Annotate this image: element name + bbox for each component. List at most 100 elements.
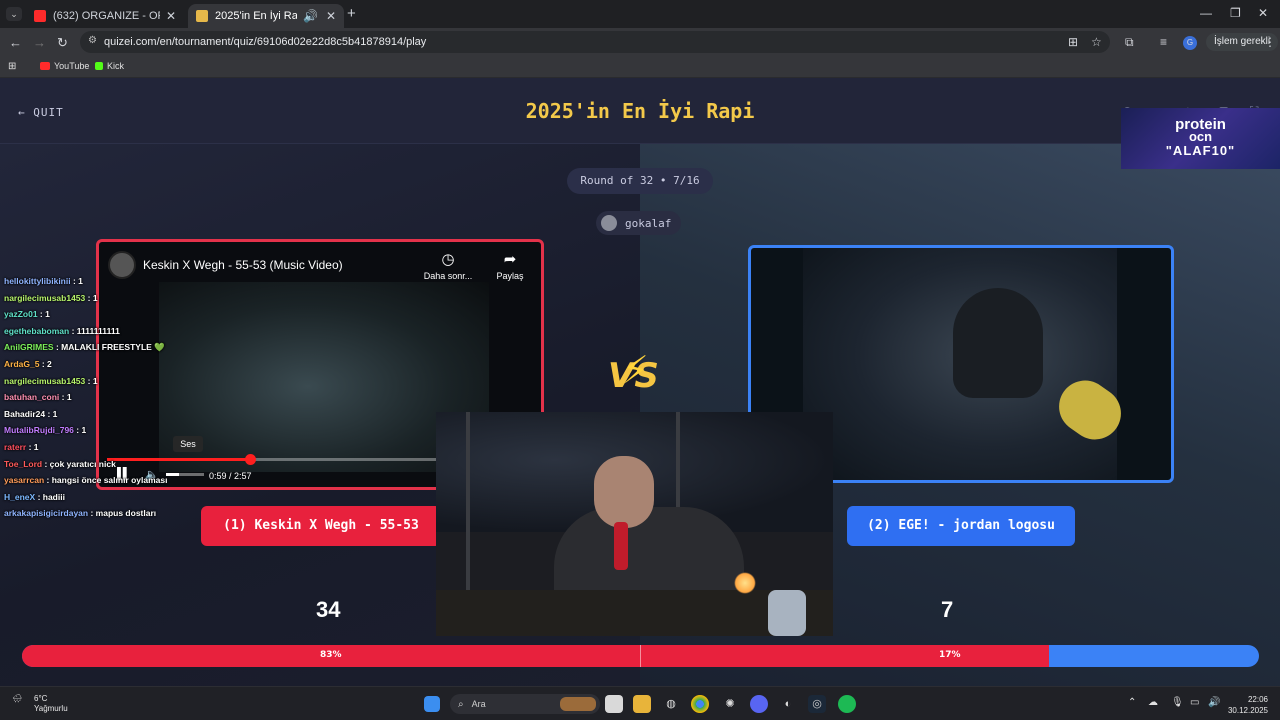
mic-icon[interactable]: 🎙 [1171,697,1184,708]
spotify-icon[interactable] [838,695,856,713]
restore-icon[interactable]: ❐ [1230,6,1241,20]
forward-icon[interactable]: → [33,35,46,50]
username: gokalaf [625,216,672,230]
video-frame [803,248,1132,480]
chat-text: : 1 [72,276,83,286]
volume-tray-icon[interactable]: 🔊 [1208,697,1220,708]
chat-message: nargilecimusab1453 : 1 [4,293,214,310]
chat-username: yazZo01 [4,309,38,320]
github-icon[interactable]: ◍ [662,695,680,713]
score-left: 34 [316,597,341,622]
chat-username: ArdaG_5 [4,358,40,369]
translate-icon[interactable]: ⊞ [1068,35,1078,49]
video-title[interactable]: Keskin X Wegh - 55-53 (Music Video) [143,258,343,272]
reload-icon[interactable]: ↻ [57,35,68,51]
tab-youtube[interactable]: (632) ORGANIZE - ORTAM [OFF ✕ [26,4,184,28]
minimize-icon[interactable]: — [1200,6,1212,20]
tab-search-button[interactable]: ⌄ [6,7,22,21]
chat-text: : hangsi önce salınır oylaması [46,475,168,486]
taskbar-clock[interactable]: 22:06 30.12.2025 [1226,694,1268,716]
chat-message: Bahadir24 : 1 [4,409,214,426]
tab-quizei[interactable]: 2025'in En İyi Rapi - Tier Lis 🔊 ✕ [188,4,344,28]
close-tab-icon[interactable]: ✕ [166,9,176,23]
chat-message: yasarrcan : hangsi önce salınır oylaması [4,475,214,492]
chat-message: MutalibRujdi_796 : 1 [4,425,214,442]
close-window-icon[interactable]: ✕ [1258,6,1268,20]
chat-username: AnilGRIMES [4,342,54,353]
temperature: 6°C [34,694,48,703]
artist-figure [953,288,1043,398]
clock-time: 22:06 [1247,695,1268,704]
chat-text: : 1111111111 [71,325,120,336]
apps-grid-icon[interactable]: ⊞ [8,61,16,72]
share-button[interactable]: ➦ Paylaş [477,250,541,281]
vs-logo: VS ⚡ [608,348,659,396]
chat-message: batuhan_coni : 1 [4,392,214,409]
youtube-favicon-icon [34,10,46,22]
file-explorer-icon[interactable] [633,695,651,713]
chat-message: egethebaboman : 1111111111 [4,326,214,343]
onedrive-icon[interactable]: ☁ [1148,697,1158,708]
chat-message: arkakapisigicirdayan : mapus dostları [4,508,214,525]
chat-text: : mapus dostları [90,508,157,519]
share-arrow-icon: ➦ [503,251,517,268]
app-icon[interactable]: ◐ [779,695,797,713]
chat-username: egethebaboman [4,325,70,336]
site-info-icon[interactable]: ⚙ [88,35,97,46]
vote-bar: 83% 17% [22,645,1259,667]
watch-later-button[interactable]: ◷ Daha sonr... [415,250,481,281]
chat-message: H_eneX : hadiii [4,492,214,509]
weather-condition: Yağmurlu [34,704,68,713]
chat-text: : çok yaratıcı nick [44,458,116,469]
profile-avatar[interactable]: G [1183,36,1197,50]
youtube-icon [40,62,50,70]
steam-icon[interactable]: ◎ [808,695,826,713]
clock-icon: ◷ [441,251,455,268]
bookmark-star-icon[interactable]: ☆ [1091,35,1102,49]
extensions-icon[interactable]: ⧉ [1125,35,1134,50]
menu-icon[interactable]: ⋮ [1264,35,1276,49]
chat-username: H_eneX [4,491,36,502]
bookmark-kick[interactable]: Kick [95,61,124,71]
channel-avatar[interactable] [108,251,136,279]
discord-icon[interactable] [750,695,768,713]
user-chip: gokalaf [596,211,682,235]
taskbar-search[interactable]: ⌕ Ara [450,694,600,714]
browser-toolbar: ← → ↻ ⚙ quizei.com/en/tournament/quiz/69… [0,28,1280,56]
start-icon[interactable] [424,696,440,712]
url-text: quizei.com/en/tournament/quiz/69106d02e2… [104,36,427,48]
option-left-button[interactable]: (1) Keskin X Wegh - 55-53 [201,506,441,546]
display-icon[interactable]: ▭ [1190,697,1199,708]
quiz-header: ← QUIT 2025'in En İyi Rapi ◉ ➚ ➤ ▢ ⛶ [0,78,1280,144]
chat-text: : 2 [41,358,52,369]
media-control-icon[interactable]: ≡ [1160,35,1167,49]
kick-icon [95,62,103,70]
task-view-icon[interactable] [605,695,623,713]
percent-left: 83% [320,650,342,660]
chat-username: Bahadir24 [4,408,46,419]
chrome-icon[interactable] [691,695,709,713]
search-highlight-icon [560,697,596,711]
bookmark-label: YouTube [54,61,90,71]
tab-strip: ⌄ (632) ORGANIZE - ORTAM [OFF ✕ 2025'in … [0,0,1280,28]
search-placeholder: Ara [471,699,486,709]
chat-username: batuhan_coni [4,392,60,403]
address-bar[interactable]: ⚙ quizei.com/en/tournament/quiz/69106d02… [80,31,1110,53]
clock-date: 30.12.2025 [1227,706,1268,715]
new-tab-button[interactable]: + [347,5,356,22]
quiz-page: ← QUIT 2025'in En İyi Rapi ◉ ➚ ➤ ▢ ⛶ pro… [0,78,1280,686]
back-icon[interactable]: ← [9,35,22,50]
quizei-favicon-icon [196,10,208,22]
chat-message: raterr : 1 [4,442,214,459]
chat-message: Toe_Lord : çok yaratıcı nick [4,459,214,476]
lightning-icon: ⚡ [622,348,649,392]
tray-overflow-icon[interactable]: ⌃ [1128,697,1136,708]
bookmark-youtube[interactable]: YouTube [40,61,89,71]
option-right-button[interactable]: (2) EGE! - jordan logosu [847,506,1075,546]
chat-username: MutalibRujdi_796 [4,425,74,436]
chatgpt-icon[interactable]: ✺ [721,695,739,713]
chat-message: ArdaG_5 : 2 [4,359,214,376]
chat-text: : hadiii [37,491,65,502]
speaker-icon[interactable]: 🔊 [303,9,318,23]
close-tab-icon[interactable]: ✕ [326,9,336,23]
